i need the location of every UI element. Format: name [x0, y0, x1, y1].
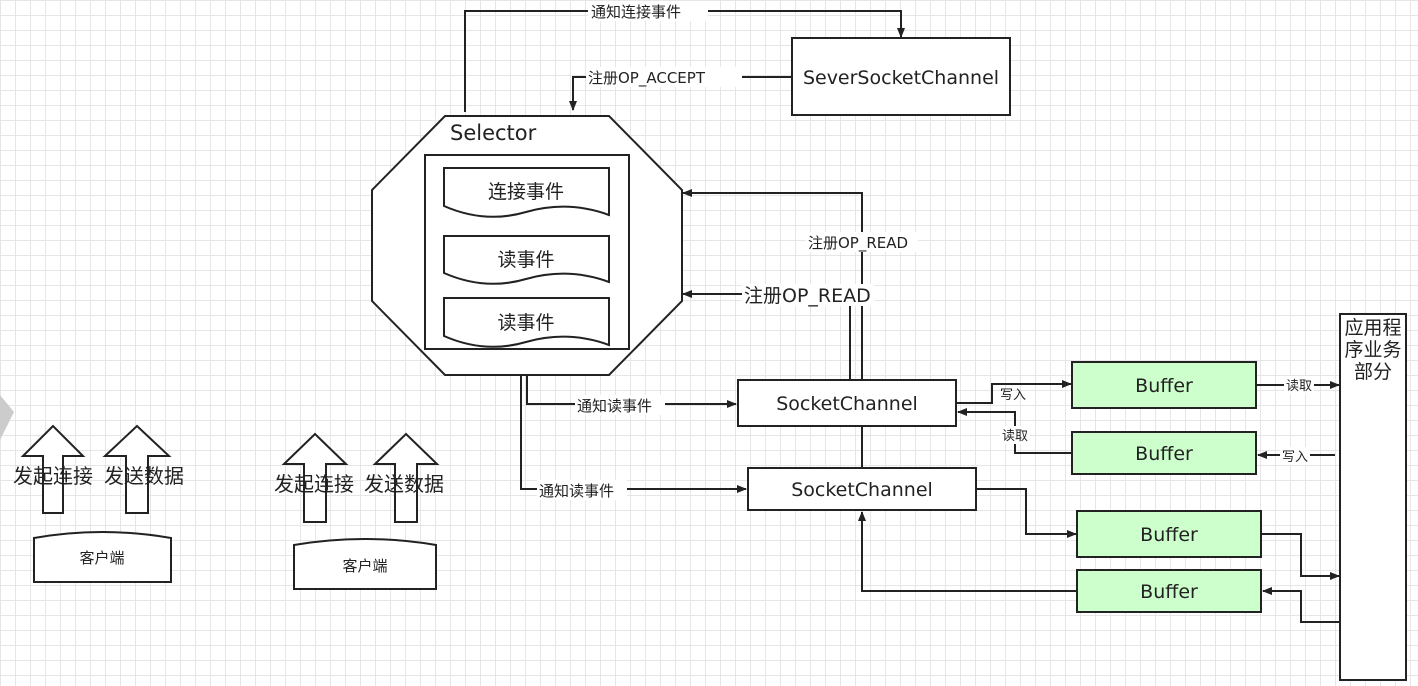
register-accept-label: 注册OP_ACCEPT [588, 69, 706, 88]
buffer4-to-channel2-arrow [858, 511, 1077, 592]
event-read-label-2: 读事件 [497, 312, 554, 334]
app-to-buffer4-arrow [1262, 587, 1340, 623]
buffer-label-3: Buffer [1140, 524, 1198, 546]
buffer-label-4: Buffer [1140, 581, 1198, 603]
register-read-label-mid: 注册OP_READ [744, 285, 871, 307]
client2-send-label: 发送数据 [364, 472, 444, 496]
selector-title: Selector [450, 121, 537, 145]
notify-read-arrow-2 [520, 376, 747, 493]
write-label-2: 写入 [1282, 450, 1308, 465]
event-read-label-1: 读事件 [497, 249, 554, 271]
read-label-2: 读取 [1286, 379, 1312, 394]
nio-selector-diagram: 通知连接事件 SeverSocketChannel 注册OP_ACCEPT Se… [0, 1, 1407, 681]
event-connect-label: 连接事件 [488, 181, 564, 203]
client2-connect-label: 发起连接 [274, 472, 354, 496]
buffer-label-1: Buffer [1135, 375, 1193, 397]
write-label-1: 写入 [1000, 388, 1026, 403]
socket-channel-label-2: SocketChannel [791, 479, 933, 501]
notify-read-label-2: 通知读事件 [539, 482, 614, 500]
server-socket-channel-label: SeverSocketChannel [803, 67, 999, 89]
read-label-1: 读取 [1002, 429, 1028, 444]
left-edge-decoration [0, 395, 14, 440]
client2-label: 客户端 [342, 557, 387, 575]
buffer3-to-app-arrow [1262, 533, 1340, 580]
app-business-label-3: 部分 [1354, 361, 1392, 383]
socket-channel-label-1: SocketChannel [776, 393, 918, 415]
notify-connect-label: 通知连接事件 [591, 3, 681, 21]
notify-read-label-1: 通知读事件 [577, 397, 652, 415]
client1-connect-label: 发起连接 [13, 464, 93, 488]
client1-label: 客户端 [79, 549, 124, 567]
channel2-to-buffer3-arrow [977, 488, 1077, 538]
app-business-label-2: 序业务 [1344, 339, 1401, 361]
register-read-label-top: 注册OP_READ [808, 234, 908, 253]
app-business-label-1: 应用程 [1344, 317, 1401, 339]
buffer-label-2: Buffer [1135, 443, 1193, 465]
client1-send-label: 发送数据 [104, 464, 184, 488]
